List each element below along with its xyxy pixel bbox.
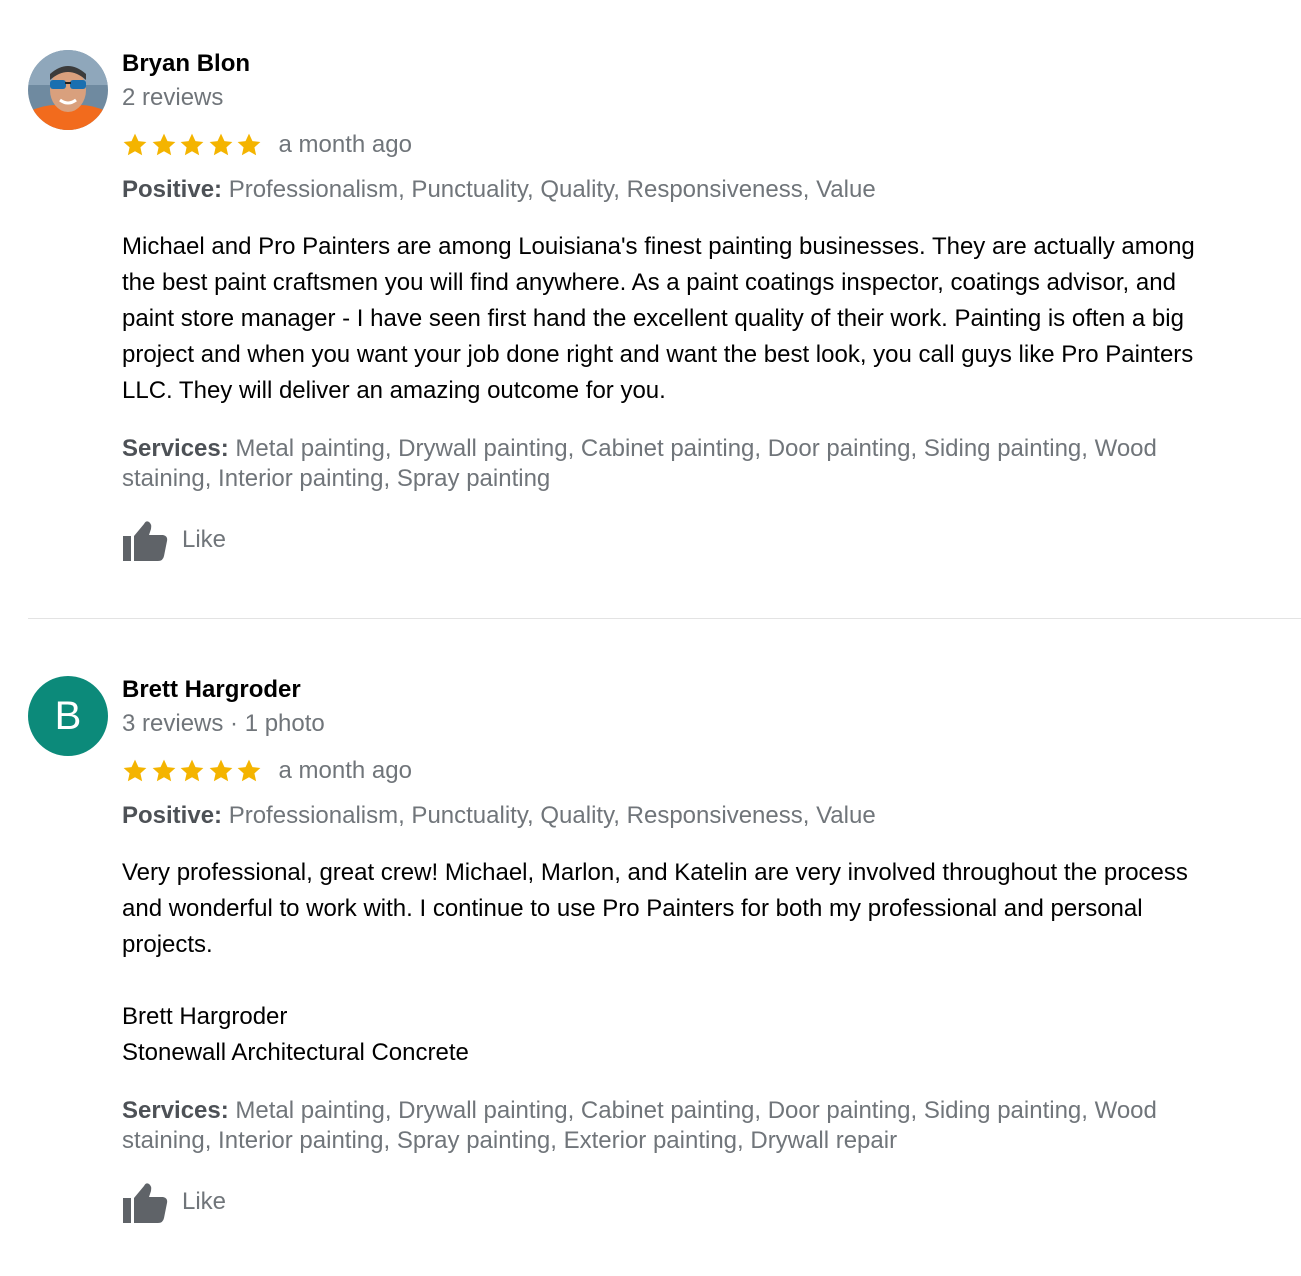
avatar[interactable] xyxy=(28,50,108,130)
review-text-line: and wonderful to work with. I continue t… xyxy=(122,895,1143,922)
positive-label: Positive: xyxy=(122,802,223,829)
like-label: Like xyxy=(182,1188,227,1215)
reviewer-name[interactable]: Bryan Blon xyxy=(122,50,250,78)
positive-attributes: Positive: Professionalism, Punctuality, … xyxy=(122,176,876,204)
star-icon xyxy=(180,133,204,156)
star-icon xyxy=(123,759,147,782)
review-date: a month ago xyxy=(278,757,412,784)
services-line: Services: Metal painting, Drywall painti… xyxy=(122,434,1292,464)
positive-attributes: Positive: Professionalism, Punctuality, … xyxy=(122,802,876,830)
star-icon xyxy=(209,133,232,156)
review-text-line: the best paint craftsmen you will find a… xyxy=(122,269,1176,296)
review-text-line: Stonewall Architectural Concrete xyxy=(122,1039,469,1066)
thumbs-up-icon xyxy=(123,521,168,561)
review-text-line: Very professional, great crew! Michael, … xyxy=(122,859,1188,886)
star-icon xyxy=(123,133,147,156)
star-rating xyxy=(122,132,265,158)
review-text-line: Brett Hargroder xyxy=(122,1003,288,1030)
services-line: staining, Interior painting, Spray paint… xyxy=(122,465,551,492)
review-text: Very professional, great crew! Michael, … xyxy=(122,855,1297,1071)
review-text-line: Michael and Pro Painters are among Louis… xyxy=(122,233,1195,260)
review-text-line: project and when you want your job done … xyxy=(122,341,1194,368)
thumbs-up-icon xyxy=(123,1183,168,1223)
review-text-line xyxy=(122,963,1297,999)
positive-label: Positive: xyxy=(122,176,223,203)
like-button[interactable]: Like xyxy=(122,515,226,565)
star-icon xyxy=(237,133,261,156)
services-text: Metal painting, Drywall painting, Cabine… xyxy=(235,435,1157,462)
review-text-line: projects. xyxy=(122,931,213,958)
services: Services: Metal painting, Drywall painti… xyxy=(122,434,1292,494)
positive-text: Professionalism, Punctuality, Quality, R… xyxy=(228,176,876,203)
reviewer-meta: 3 reviews · 1 photo xyxy=(122,710,325,737)
services-line: Services: Metal painting, Drywall painti… xyxy=(122,1096,1292,1126)
positive-text: Professionalism, Punctuality, Quality, R… xyxy=(228,802,876,829)
services-text: Metal painting, Drywall painting, Cabine… xyxy=(235,1097,1157,1124)
star-icon xyxy=(237,759,261,782)
star-icon xyxy=(152,759,175,782)
review-text-line: paint store manager - I have seen first … xyxy=(122,305,1184,332)
reviewer-name[interactable]: Brett Hargroder xyxy=(122,676,301,704)
rating-row: a month ago xyxy=(122,130,412,160)
star-icon xyxy=(209,759,232,782)
services-line: staining, Interior painting, Spray paint… xyxy=(122,1127,898,1154)
services: Services: Metal painting, Drywall painti… xyxy=(122,1096,1292,1156)
star-icon xyxy=(180,759,204,782)
like-button[interactable]: Like xyxy=(122,1177,226,1227)
avatar-photo xyxy=(28,50,108,130)
review-text-line: LLC. They will deliver an amazing outcom… xyxy=(122,377,666,404)
review-divider xyxy=(28,618,1301,619)
like-label: Like xyxy=(182,526,227,553)
avatar-letter: B xyxy=(54,693,82,738)
services-label: Services: xyxy=(122,1097,229,1124)
avatar[interactable]: B xyxy=(28,676,108,756)
star-icon xyxy=(152,133,175,156)
review-text: Michael and Pro Painters are among Louis… xyxy=(122,229,1297,409)
star-rating xyxy=(122,758,265,784)
services-label: Services: xyxy=(122,435,229,462)
reviewer-meta: 2 reviews xyxy=(122,84,224,111)
rating-row: a month ago xyxy=(122,756,412,786)
review-date: a month ago xyxy=(278,131,412,158)
